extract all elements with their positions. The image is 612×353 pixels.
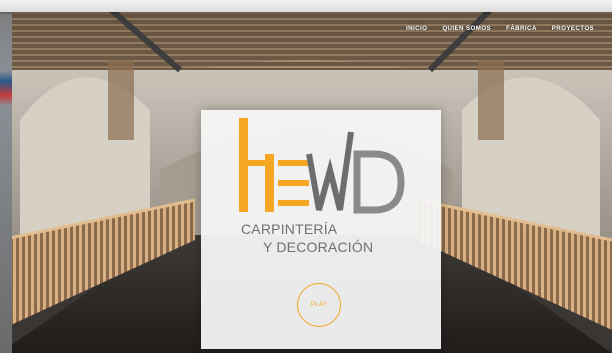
browser-top-bar [0,0,612,12]
tagline-line-2: Y DECORACIÓN [263,239,374,255]
nav-inicio[interactable]: INICIO [406,25,427,32]
tagline-line-1: CARPINTERÍA [241,221,338,237]
hewd-logo [239,118,409,223]
play-button[interactable]: PLAY [297,283,341,327]
hero-card: CARPINTERÍA Y DECORACIÓN PLAY [201,110,441,349]
main-navigation: INICIO QUIEN SOMOS FÁBRICA PROYECTOS [406,25,609,32]
nav-fabrica[interactable]: FÁBRICA [506,25,537,32]
nav-proyectos[interactable]: PROYECTOS [552,25,594,32]
previous-slide-peek[interactable] [0,0,12,353]
nav-quien-somos[interactable]: QUIEN SOMOS [442,25,491,32]
hewd-logo-mark [239,118,405,214]
tagline: CARPINTERÍA Y DECORACIÓN [241,220,441,256]
